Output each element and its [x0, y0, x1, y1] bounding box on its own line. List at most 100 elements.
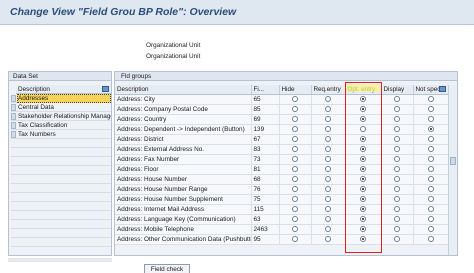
display-radio[interactable]: [394, 165, 400, 172]
row-selector[interactable]: [11, 131, 16, 138]
scrollbar-thumb[interactable]: [450, 157, 456, 165]
not-spec-radio[interactable]: [428, 125, 434, 132]
hide-radio[interactable]: [292, 95, 298, 102]
display-radio[interactable]: [394, 145, 400, 152]
req-entry-radio[interactable]: [325, 125, 331, 132]
vertical-scrollbar[interactable]: [448, 85, 457, 255]
display-radio[interactable]: [394, 175, 400, 182]
hide-radio[interactable]: [292, 115, 298, 122]
display-radio[interactable]: [394, 215, 400, 222]
radio-cell: [413, 94, 450, 105]
hide-radio[interactable]: [292, 145, 298, 152]
hide-radio[interactable]: [292, 195, 298, 202]
not-spec-radio[interactable]: [428, 155, 434, 162]
not-spec-radio[interactable]: [428, 165, 434, 172]
data-set-column-header[interactable]: Description: [16, 85, 111, 94]
hide-radio[interactable]: [292, 205, 298, 212]
radio-cell: [311, 224, 346, 235]
col-header-description[interactable]: Description: [115, 85, 252, 95]
req-entry-radio[interactable]: [325, 145, 331, 152]
empty-row: [11, 166, 111, 175]
col-header-field[interactable]: Fi...: [251, 85, 280, 95]
not-spec-radio[interactable]: [428, 115, 434, 122]
col-header-display[interactable]: Display: [381, 85, 414, 95]
data-set-item-label: Tax Numbers: [18, 131, 56, 138]
hide-radio[interactable]: [292, 135, 298, 142]
row-selector[interactable]: [11, 95, 16, 102]
req-entry-radio[interactable]: [325, 135, 331, 142]
display-radio[interactable]: [394, 195, 400, 202]
req-entry-radio[interactable]: [325, 195, 331, 202]
field-group-number: 68: [251, 174, 280, 185]
row-selector[interactable]: [11, 122, 16, 129]
column-settings-icon[interactable]: [102, 86, 109, 92]
display-radio[interactable]: [394, 115, 400, 122]
data-set-title: Data Set: [9, 72, 111, 81]
hide-radio[interactable]: [292, 125, 298, 132]
req-entry-radio[interactable]: [325, 215, 331, 222]
req-entry-radio[interactable]: [325, 225, 331, 232]
field-check-button[interactable]: Field check: [144, 264, 190, 273]
radio-cell: [279, 134, 312, 145]
data-set-item[interactable]: Tax Numbers: [11, 130, 111, 139]
req-entry-radio[interactable]: [325, 115, 331, 122]
data-set-item[interactable]: Central Data: [11, 103, 111, 112]
field-group-description: Address: Company Postal Code: [115, 104, 252, 115]
req-entry-radio[interactable]: [325, 105, 331, 112]
display-radio[interactable]: [394, 105, 400, 112]
hide-radio[interactable]: [292, 235, 298, 242]
hide-radio[interactable]: [292, 175, 298, 182]
not-spec-radio[interactable]: [428, 225, 434, 232]
hide-radio[interactable]: [292, 215, 298, 222]
req-entry-radio[interactable]: [325, 205, 331, 212]
empty-row: [11, 175, 111, 184]
not-spec-radio[interactable]: [428, 145, 434, 152]
display-radio[interactable]: [394, 135, 400, 142]
req-entry-radio[interactable]: [325, 95, 331, 102]
not-spec-radio[interactable]: [428, 185, 434, 192]
not-spec-radio[interactable]: [428, 95, 434, 102]
field-group-number: 83: [251, 144, 280, 155]
col-header-hide[interactable]: Hide: [279, 85, 312, 95]
display-radio[interactable]: [394, 95, 400, 102]
req-entry-radio[interactable]: [325, 165, 331, 172]
not-spec-radio[interactable]: [428, 105, 434, 112]
table-row: Address: Company Postal Code 85: [115, 104, 450, 115]
hide-radio[interactable]: [292, 185, 298, 192]
column-settings-icon[interactable]: [439, 86, 446, 92]
row-selector[interactable]: [11, 104, 16, 111]
radio-cell: [279, 234, 312, 245]
data-set-item[interactable]: Stakeholder Relationship Manage: [11, 112, 111, 121]
display-radio[interactable]: [394, 235, 400, 242]
display-radio[interactable]: [394, 205, 400, 212]
not-spec-radio[interactable]: [428, 205, 434, 212]
radio-cell: [413, 114, 450, 125]
row-selector[interactable]: [11, 113, 16, 120]
table-row: Address: Country 69: [115, 114, 450, 125]
data-set-scrollbar[interactable]: [8, 258, 112, 262]
radio-cell: [413, 164, 450, 175]
req-entry-radio[interactable]: [325, 155, 331, 162]
not-spec-radio[interactable]: [428, 215, 434, 222]
hide-radio[interactable]: [292, 165, 298, 172]
not-spec-radio[interactable]: [428, 175, 434, 182]
not-spec-radio[interactable]: [428, 195, 434, 202]
radio-cell: [279, 224, 312, 235]
req-entry-radio[interactable]: [325, 185, 331, 192]
radio-cell: [413, 124, 450, 135]
display-radio[interactable]: [394, 185, 400, 192]
hide-radio[interactable]: [292, 105, 298, 112]
req-entry-radio[interactable]: [325, 175, 331, 182]
display-radio[interactable]: [394, 125, 400, 132]
radio-cell: [279, 94, 312, 105]
data-set-item[interactable]: Tax Classification: [11, 121, 111, 130]
display-radio[interactable]: [394, 225, 400, 232]
data-set-item[interactable]: Addresses: [11, 94, 111, 103]
hide-radio[interactable]: [292, 155, 298, 162]
display-radio[interactable]: [394, 155, 400, 162]
not-spec-radio[interactable]: [428, 135, 434, 142]
not-spec-radio[interactable]: [428, 235, 434, 242]
hide-radio[interactable]: [292, 225, 298, 232]
req-entry-radio[interactable]: [325, 235, 331, 242]
col-header-req-entry[interactable]: Req.entry: [311, 85, 346, 95]
